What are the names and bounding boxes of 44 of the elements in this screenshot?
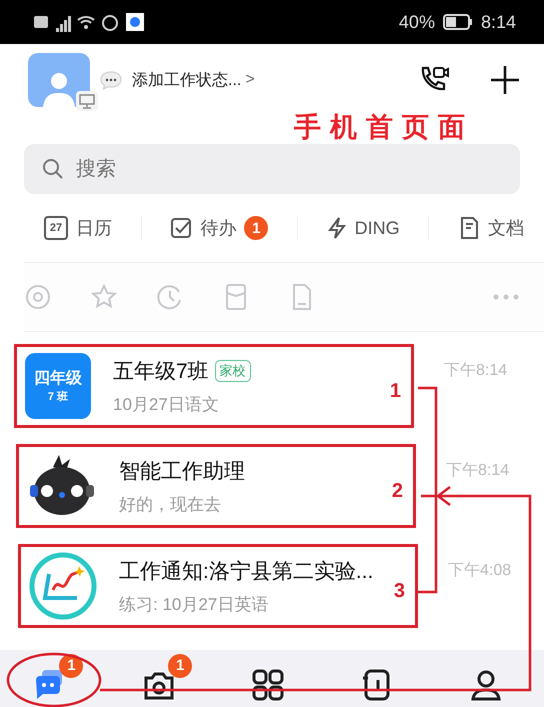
chat-time: 下午4:08 — [448, 561, 512, 581]
add-icon[interactable] — [490, 65, 520, 95]
lightning-icon — [326, 216, 347, 240]
shortcut-button[interactable]: 27 日历 — [44, 216, 112, 240]
grid-icon — [250, 668, 285, 702]
person-icon — [468, 668, 503, 702]
chat-item[interactable]: 智能工作助理 好的，现在去 2 — [16, 444, 416, 528]
annotation-number: 1 — [390, 380, 401, 403]
chat-name: 智能工作助理 — [119, 458, 245, 484]
clock-icon[interactable] — [156, 283, 184, 311]
checkbox-icon — [170, 217, 192, 239]
chat-preview: 好的，现在去 — [119, 494, 222, 516]
chat-item[interactable]: 工作通知:洛宁县第二实验... 练习: 10月27日英语 3 — [18, 544, 418, 628]
annotation-number: 2 — [392, 480, 403, 503]
count-badge: 1 — [168, 654, 192, 678]
group-avatar: 四年级 7 班 — [25, 353, 91, 419]
clock-time: 8:14 — [480, 12, 516, 32]
battery-percent: 40% — [398, 12, 435, 32]
user-avatar[interactable] — [28, 53, 90, 107]
count-badge: 1 — [244, 216, 268, 240]
chat-preview: 10月27日语文 — [113, 394, 220, 416]
chat-name: 五年级7班 — [113, 358, 209, 384]
chat-name: 工作通知:洛宁县第二实验... — [119, 558, 374, 584]
work-status-link[interactable]: 添加工作状态... > — [132, 70, 255, 90]
shortcut-button[interactable]: DING — [326, 216, 400, 240]
chat-tag: 家校 — [214, 360, 251, 382]
battery-icon — [442, 14, 473, 30]
school-logo — [29, 552, 97, 620]
chat-preview: 练习: 10月27日英语 — [119, 594, 270, 616]
chat-time: 下午8:14 — [444, 361, 508, 381]
annotation-title: 手机首页面 — [294, 111, 474, 144]
chat-item[interactable]: 四年级 7 班 五年级7班 家校 10月27日语文 1 — [14, 344, 414, 428]
calendar-icon: 27 — [44, 216, 68, 240]
shortcut-button[interactable]: 待办 1 — [170, 216, 268, 240]
shortcut-button[interactable]: 文档 — [458, 216, 524, 240]
monitor-icon — [76, 91, 98, 111]
speech-bubble-icon — [100, 70, 122, 90]
search-icon — [42, 158, 64, 180]
count-badge: 1 — [59, 654, 84, 678]
search-field[interactable]: 搜索 — [24, 144, 520, 194]
star-icon[interactable] — [90, 283, 118, 311]
more-icon[interactable] — [492, 293, 520, 301]
annotation-number: 3 — [394, 580, 405, 603]
chat-time: 下午8:14 — [446, 461, 510, 481]
